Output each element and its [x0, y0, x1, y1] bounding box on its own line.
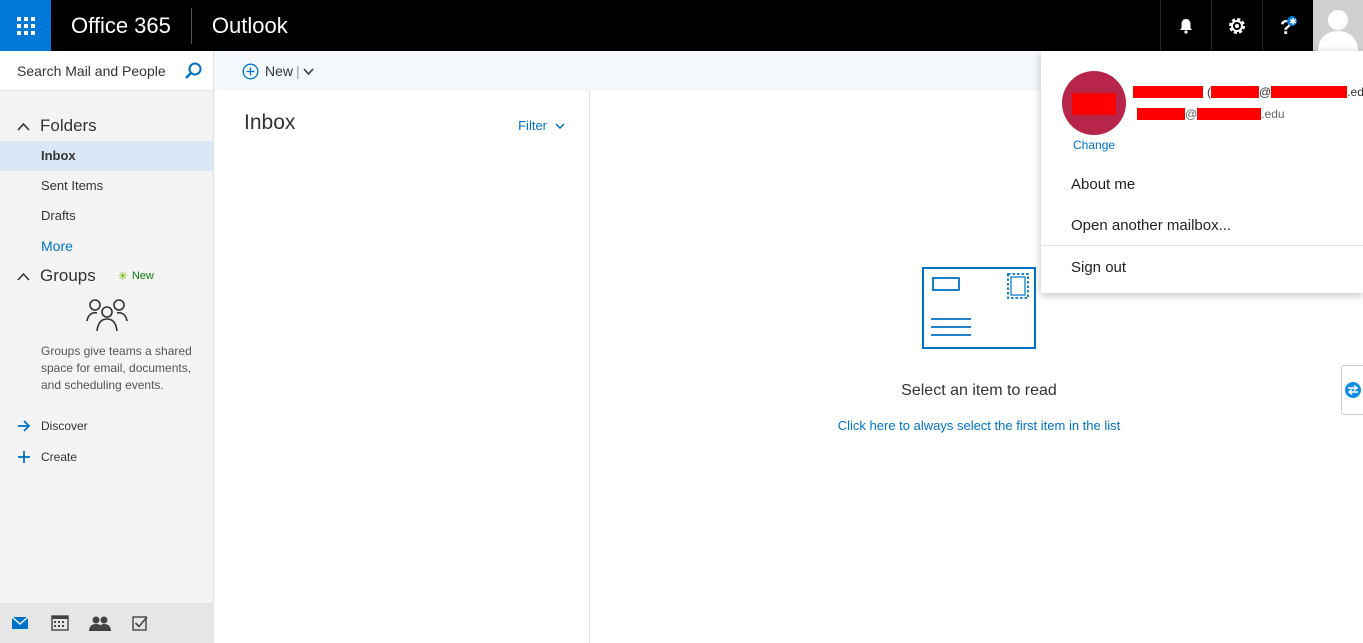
search-box[interactable]: Search Mail and People: [0, 51, 213, 91]
chevron-up-icon: [17, 272, 30, 281]
sparkle-icon: ✳: [117, 269, 128, 283]
message-list: Inbox Filter: [214, 91, 590, 643]
new-message-button[interactable]: New |: [242, 63, 314, 80]
redaction-mark: [1211, 86, 1259, 98]
app-title[interactable]: Outlook: [192, 0, 308, 51]
folders-more-link[interactable]: More: [0, 231, 213, 261]
groups-description: Groups give teams a shared space for ema…: [41, 344, 192, 392]
folder-inbox[interactable]: Inbox: [0, 141, 213, 171]
discover-label: Discover: [41, 418, 88, 433]
mail-icon: [11, 616, 29, 629]
redaction-mark: [1197, 108, 1262, 120]
notifications-button[interactable]: [1160, 0, 1211, 51]
bell-icon: [1180, 18, 1192, 34]
create-group-button[interactable]: Create: [0, 441, 213, 472]
folder-drafts[interactable]: Drafts: [0, 201, 213, 231]
settings-button[interactable]: [1211, 0, 1262, 51]
people-group-icon: [85, 299, 128, 332]
plus-icon: [17, 450, 41, 464]
redaction-mark: [1133, 86, 1203, 98]
module-switcher: [0, 603, 214, 643]
list-title: Inbox: [244, 111, 296, 134]
groups-illustration: [0, 297, 213, 333]
gear-icon: [1229, 17, 1245, 34]
user-silhouette-icon: [1318, 10, 1358, 51]
discover-groups-button[interactable]: Discover: [0, 410, 213, 441]
account-display-name: ( @ .edu): [1133, 85, 1363, 99]
change-photo-link[interactable]: Change: [1073, 138, 1115, 152]
new-badge: ✳ New: [118, 269, 154, 283]
folders-heading: Folders: [40, 116, 97, 135]
filter-button[interactable]: Filter: [518, 118, 565, 133]
redaction-mark: [1271, 86, 1348, 98]
folders-header[interactable]: Folders: [0, 111, 213, 141]
avatar[interactable]: [1313, 0, 1363, 51]
calendar-icon: [51, 615, 69, 631]
people-icon: [89, 616, 111, 631]
people-module-button[interactable]: [80, 603, 120, 643]
folder-sent-items[interactable]: Sent Items: [0, 171, 213, 201]
groups-heading: Groups: [40, 266, 96, 285]
app-launcher-button[interactable]: [0, 0, 51, 51]
tasks-module-button[interactable]: [120, 603, 160, 643]
new-label: New: [265, 63, 294, 79]
about-me-link[interactable]: About me: [1071, 176, 1135, 193]
create-label: Create: [41, 449, 78, 464]
tasks-icon: [132, 616, 148, 631]
top-bar: Office 365 Outlook ? ✱: [0, 0, 1363, 51]
chevron-down-icon: [555, 122, 565, 129]
redaction-mark: [1137, 108, 1185, 120]
calendar-module-button[interactable]: [40, 603, 80, 643]
search-icon[interactable]: [183, 61, 203, 81]
menu-divider: [1041, 245, 1363, 246]
brand-title[interactable]: Office 365: [51, 0, 191, 51]
top-icons: ? ✱: [1160, 0, 1363, 51]
chevron-down-icon[interactable]: [303, 67, 314, 75]
open-another-mailbox-link[interactable]: Open another mailbox...: [1071, 217, 1231, 234]
swap-arrows-icon: [1344, 382, 1361, 398]
account-email: @ .edu: [1137, 107, 1285, 121]
navigation-pane: Search Mail and People Folders Inbox Sen…: [0, 51, 214, 643]
side-panel-toggle[interactable]: [1341, 365, 1363, 415]
envelope-illustration-icon: [922, 267, 1036, 349]
chevron-up-icon: [17, 122, 30, 131]
waffle-icon: [16, 16, 35, 35]
svg-text:✱: ✱: [1289, 17, 1297, 27]
account-menu: Change ( @ .edu) @ .edu About me Open an…: [1041, 51, 1363, 293]
groups-header[interactable]: Groups ✳ New: [0, 261, 213, 291]
arrow-right-icon: [17, 419, 41, 432]
help-icon: ? ✱: [1280, 15, 1297, 37]
account-email-suffix: .edu: [1261, 107, 1285, 121]
account-name-suffix: .edu): [1347, 85, 1363, 99]
search-input[interactable]: Search Mail and People: [17, 63, 166, 79]
filter-label: Filter: [518, 118, 547, 133]
redaction-mark: [1072, 93, 1116, 115]
new-badge-label: New: [131, 270, 154, 282]
sign-out-link[interactable]: Sign out: [1071, 259, 1126, 276]
plus-circle-icon: [242, 63, 259, 79]
help-button[interactable]: ? ✱: [1262, 0, 1313, 51]
split-divider: |: [296, 63, 300, 79]
mail-module-button[interactable]: [0, 603, 40, 643]
always-select-first-link[interactable]: Click here to always select the first it…: [590, 418, 1363, 433]
empty-state-title: Select an item to read: [901, 382, 1057, 399]
account-avatar[interactable]: [1062, 71, 1126, 135]
